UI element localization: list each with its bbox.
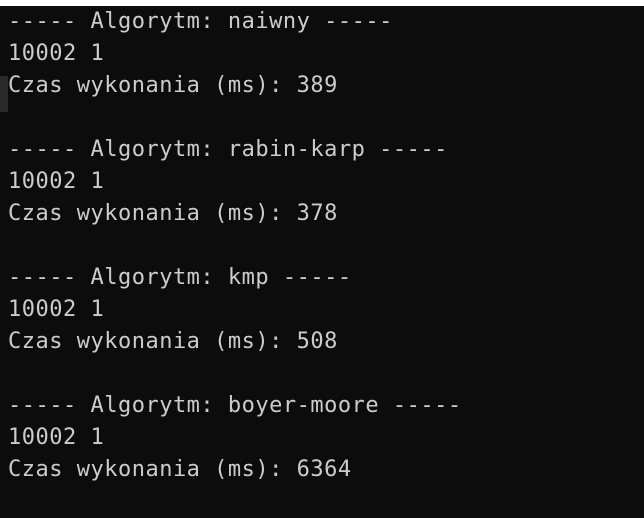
- console-line-result: 10002 1: [8, 425, 105, 450]
- console-line-time: Czas wykonania (ms): 6364: [8, 457, 352, 482]
- console-line-time: Czas wykonania (ms): 508: [8, 329, 338, 354]
- console-line-result: 10002 1: [8, 169, 105, 194]
- console-line-time: Czas wykonania (ms): 389: [8, 73, 338, 98]
- console-output[interactable]: ----- Algorytm: naiwny ----- 10002 1 Cza…: [8, 6, 644, 518]
- edge-highlight: [0, 76, 8, 112]
- console-line-time: Czas wykonania (ms): 378: [8, 201, 338, 226]
- console-line-header-rabin-karp: ----- Algorytm: rabin-karp -----: [8, 137, 448, 162]
- console-line-header-naiwny: ----- Algorytm: naiwny -----: [8, 9, 393, 34]
- console-line-result: 10002 1: [8, 41, 105, 66]
- console-line-header-boyer-moore: ----- Algorytm: boyer-moore -----: [8, 393, 462, 418]
- console-line-header-kmp: ----- Algorytm: kmp -----: [8, 265, 352, 290]
- console-line-result: 10002 1: [8, 297, 105, 322]
- background-window-edge: [0, 6, 8, 518]
